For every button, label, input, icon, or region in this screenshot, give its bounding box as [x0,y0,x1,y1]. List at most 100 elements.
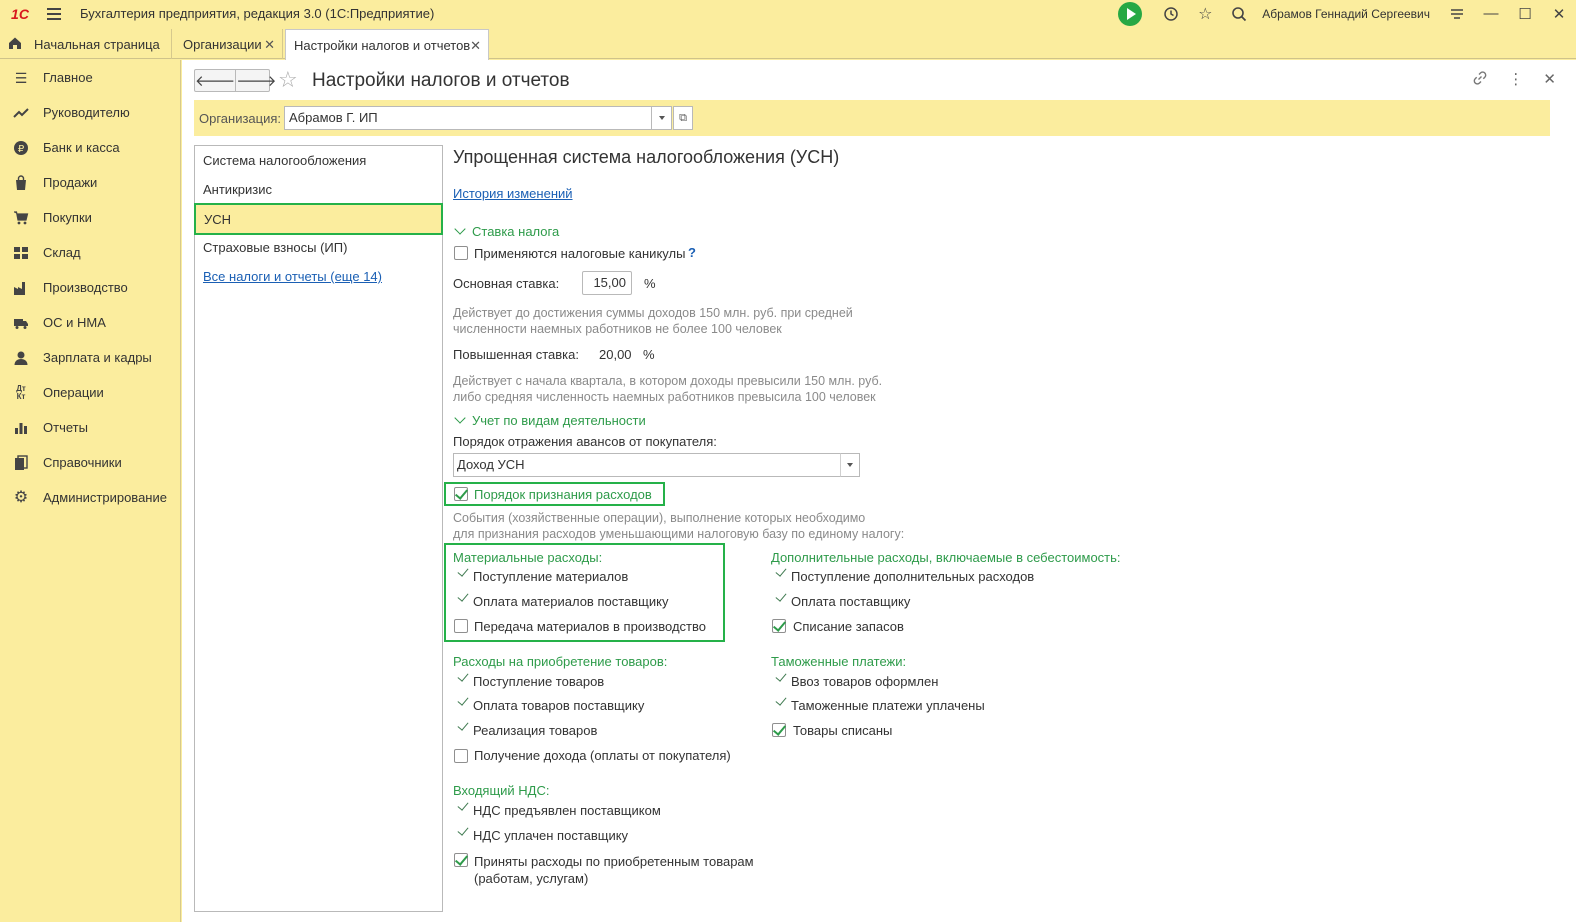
base-rate-label: Основная ставка: [453,276,560,291]
user-name[interactable]: Абрамов Геннадий Сергеевич [1262,7,1430,21]
list-item-anticrisis[interactable]: Антикризис [195,175,442,204]
history-link[interactable]: История изменений [453,186,573,201]
more-options-icon[interactable]: ⋮ [1508,70,1523,90]
events-note: События (хозяйственные операции), выполн… [453,510,904,542]
advances-dropdown-icon[interactable] [840,453,860,477]
main-menu-icon[interactable] [40,0,68,27]
play-icon[interactable] [1118,1,1143,26]
trend-icon [13,105,29,121]
settings-section-list: Система налогообложения Антикризис УСН С… [194,145,443,912]
sidebar-item-fixed-assets[interactable]: ОС и НМА [0,305,181,340]
sidebar-item-salary[interactable]: Зарплата и кадры [0,340,181,375]
tab-tax-settings[interactable]: Настройки налогов и отчетов ✕ [285,29,489,60]
tab-organizations[interactable]: Организации ✕ [173,29,283,59]
increased-rate-note: Действует с начала квартала, в котором д… [453,373,882,405]
close-window-icon[interactable]: ✕ [1542,0,1576,27]
chevron-down-icon [454,223,466,235]
note-line: для признания расходов уменьшающими нало… [453,527,905,541]
close-tab-icon[interactable]: ✕ [264,37,275,53]
org-open-icon[interactable]: ⧉ [673,106,693,130]
chevron-down-icon [454,412,466,424]
home-icon [9,37,21,49]
bag-icon [13,175,29,191]
truck-icon [13,315,29,331]
percent-label: % [644,276,656,291]
checkmark-icon [775,590,787,602]
all-taxes-link-label[interactable]: Все налоги и отчеты (еще 14) [203,269,382,284]
sidebar-item-administration[interactable]: ⚙ Администрирование [0,480,181,515]
cart-icon [13,210,29,226]
option-label-line: (работам, услугам) [474,871,589,886]
note-line: Действует с начала квартала, в котором д… [453,374,883,388]
search-icon[interactable] [1222,0,1256,27]
expense-order-checkbox[interactable] [454,487,468,501]
material-transfer-checkbox[interactable] [454,619,468,633]
option-label: НДС уплачен поставщику [473,828,629,843]
sidebar-item-label: Отчеты [43,420,88,435]
org-field[interactable]: Абрамов Г. ИП [284,106,652,130]
main-window: 🡐 🡒 ☆ Настройки налогов и отчетов ⋮ ✕ Ор… [182,60,1576,922]
tax-holidays-checkbox[interactable] [454,246,468,260]
list-item-insurance[interactable]: Страховые взносы (ИП) [195,233,442,262]
app-logo[interactable]: 1С [0,0,40,27]
help-icon[interactable]: ? [688,245,696,260]
note-line: События (хозяйственные операции), выполн… [453,511,866,525]
option-label-line: Приняты расходы по приобретенным товарам [474,854,754,869]
group-tax-rate[interactable]: Ставка налога [452,223,560,239]
list-item-tax-system[interactable]: Система налогообложения [195,146,442,175]
org-label: Организация: [199,111,282,126]
tab-organizations-label: Организации [183,36,262,52]
minimize-icon[interactable]: — [1474,0,1508,27]
sidebar-item-main[interactable]: ☰ Главное [0,60,181,95]
advances-select[interactable]: Доход УСН [453,453,841,477]
income-receipt-checkbox[interactable] [454,749,468,763]
expense-order-label[interactable]: Порядок признания расходов [474,487,652,502]
option-label: Поступление дополнительных расходов [791,569,1035,584]
sidebar-item-directories[interactable]: Справочники [0,445,181,480]
forward-arrow-icon[interactable]: 🡒 [236,70,276,91]
option-label: НДС предъявлен поставщиком [473,803,661,818]
sidebar-item-reports[interactable]: Отчеты [0,410,181,445]
group-activity[interactable]: Учет по видам деятельности [452,412,646,428]
maximize-icon[interactable]: ☐ [1508,0,1542,27]
link-icon[interactable] [1472,70,1488,90]
favorites-star-icon[interactable]: ☆ [1188,0,1222,27]
sidebar-item-bank[interactable]: ₽ Банк и касса [0,130,181,165]
all-taxes-link[interactable]: Все налоги и отчеты (еще 14) [195,262,442,291]
option-label: Поступление товаров [473,674,605,689]
group-tax-rate-label: Ставка налога [472,224,560,239]
list-item-usn[interactable]: УСН [194,203,443,235]
close-tab-icon[interactable]: ✕ [470,38,481,54]
sidebar-item-manager[interactable]: Руководителю [0,95,181,130]
expenses-accepted-checkbox[interactable] [454,853,468,867]
sidebar-item-purchases[interactable]: Покупки [0,200,181,235]
warehouse-icon [13,245,29,261]
org-dropdown-icon[interactable] [652,106,672,130]
ruble-icon: ₽ [13,140,29,156]
write-off-stock-checkbox[interactable] [772,619,786,633]
navigation-buttons: 🡐 🡒 [194,69,276,92]
goods-written-off-checkbox[interactable] [772,723,786,737]
sidebar-item-label: Руководителю [43,105,130,120]
sidebar-item-production[interactable]: Производство [0,270,181,305]
sidebar-item-warehouse[interactable]: Склад [0,235,181,270]
history-icon[interactable] [1154,0,1188,27]
increased-rate-value: 20,00 [599,347,632,362]
sidebar-item-label: Склад [43,245,81,260]
tab-home[interactable]: Начальная страница [0,29,172,59]
sidebar-item-label: Продажи [43,175,98,190]
group-activity-label: Учет по видам деятельности [472,413,646,428]
option-label: Получение дохода (оплаты от покупателя) [474,748,731,763]
back-arrow-icon[interactable]: 🡐 [195,70,237,91]
sidebar-item-label: Главное [43,70,93,85]
sidebar-item-operations[interactable]: Дт Кт Операции [0,375,181,410]
tabs-bar: Начальная страница Организации ✕ Настрой… [0,27,1576,60]
advances-label: Порядок отражения авансов от покупателя: [453,434,717,449]
sidebar-item-label: Покупки [43,210,92,225]
settings-menu-icon[interactable] [1440,0,1474,27]
favorite-star-icon[interactable]: ☆ [278,67,298,93]
app-title: Бухгалтерия предприятия, редакция 3.0 (1… [80,6,435,21]
close-form-icon[interactable]: ✕ [1543,70,1556,90]
sidebar-item-sales[interactable]: Продажи [0,165,181,200]
base-rate-input[interactable]: 15,00 [582,271,632,295]
